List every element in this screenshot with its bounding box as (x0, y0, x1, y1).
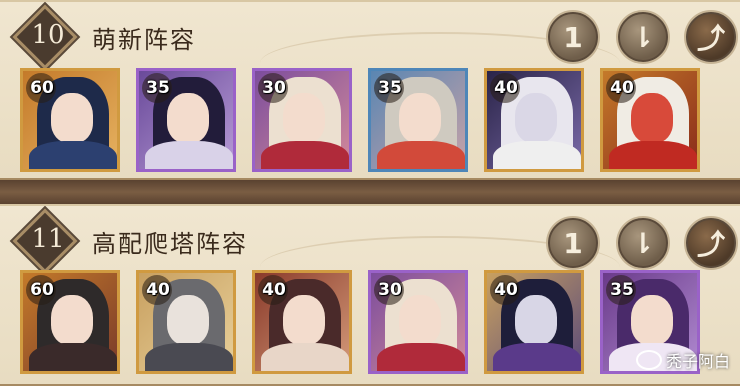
level-label: 35 (605, 275, 639, 305)
shikigami-card[interactable]: 40 (484, 68, 584, 172)
level-label: 40 (489, 275, 523, 305)
watermark-text: 秃子阿白 (665, 352, 730, 371)
level-label: 30 (373, 275, 407, 305)
shikigami-card[interactable]: 40 (252, 270, 352, 374)
level-label: 40 (489, 73, 523, 103)
shikigami-card[interactable]: 60 (20, 270, 120, 374)
shikigami-card[interactable]: 30 (252, 68, 352, 172)
shikigami-card[interactable]: 35 (136, 68, 236, 172)
move-up-button[interactable]: 1 (548, 218, 598, 268)
weibo-icon (635, 350, 662, 370)
shikigami-card[interactable]: 40 (484, 270, 584, 374)
team-title: 萌新阵容 (92, 26, 196, 54)
shikigami-card[interactable]: 40 (600, 68, 700, 172)
share-icon: ⤴ (696, 228, 725, 261)
level-label: 40 (605, 73, 639, 103)
level-label: 40 (257, 275, 291, 305)
team-panel-2: 11 高配爬塔阵容 1 ⇂ ⤴ 60 40 40 30 40 35 秃子阿白 (0, 204, 740, 386)
share-icon: ⤴ (696, 22, 725, 55)
move-down-button[interactable]: ⇂ (618, 12, 668, 62)
watermark: 秃子阿白 (635, 348, 730, 372)
move-up-button[interactable]: 1 (548, 12, 598, 62)
shikigami-card[interactable]: 30 (368, 270, 468, 374)
level-label: 35 (141, 73, 175, 103)
panel-divider (0, 180, 740, 204)
move-down-button[interactable]: ⇂ (618, 218, 668, 268)
team-header: 11 高配爬塔阵容 1 ⇂ ⤴ (12, 208, 736, 274)
shikigami-card[interactable]: 40 (136, 270, 236, 374)
shikigami-card[interactable]: 35 (368, 68, 468, 172)
level-label: 35 (373, 73, 407, 103)
level-label: 40 (141, 275, 175, 305)
team-title: 高配爬塔阵容 (92, 230, 248, 258)
level-label: 60 (25, 275, 59, 305)
team-panel-1: 10 萌新阵容 1 ⇂ ⤴ 60 35 30 35 40 40 (0, 0, 740, 180)
level-label: 60 (25, 73, 59, 103)
team-header: 10 萌新阵容 1 ⇂ ⤴ (12, 4, 736, 70)
level-label: 30 (257, 73, 291, 103)
share-button[interactable]: ⤴ (686, 218, 736, 268)
shikigami-card[interactable]: 60 (20, 68, 120, 172)
share-button[interactable]: ⤴ (686, 12, 736, 62)
rank-number: 10 (31, 20, 65, 50)
rank-number: 11 (31, 224, 65, 254)
